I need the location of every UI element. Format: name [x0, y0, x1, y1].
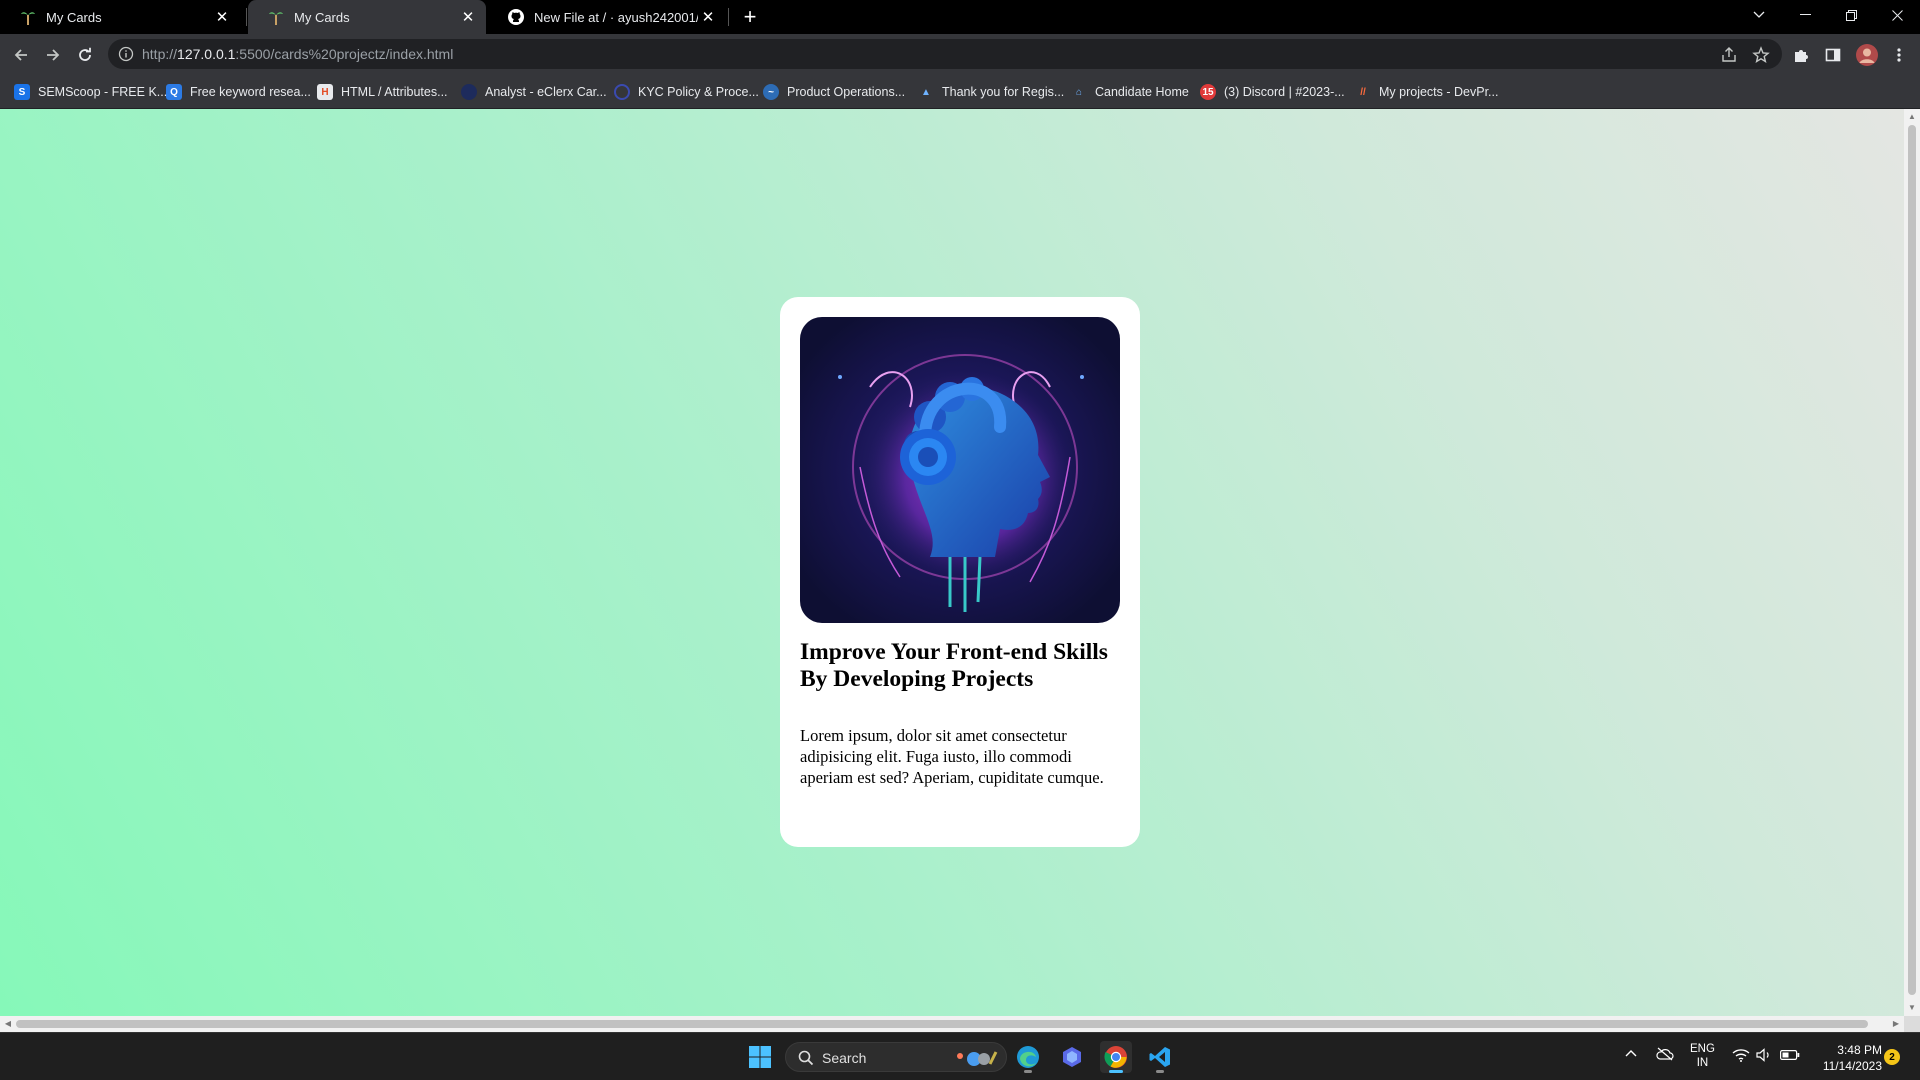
page-viewport: Improve Your Front-end Skills By Develop… [0, 109, 1904, 1016]
edge-app-icon[interactable] [1012, 1041, 1044, 1073]
bookmark-candidate-home[interactable]: ⌂ Candidate Home [1071, 83, 1189, 101]
tab-strip: My Cards ✕ My Cards ✕ New File at / · ay… [0, 0, 1920, 34]
tab-divider [246, 8, 247, 26]
close-tab-icon[interactable]: ✕ [698, 7, 718, 27]
semscoop-icon: S [14, 84, 30, 100]
horizontal-scrollbar[interactable]: ◀ ▶ [0, 1016, 1904, 1032]
palm-tree-icon [268, 9, 284, 25]
github-icon [508, 9, 524, 25]
product-ops-icon: ~ [763, 84, 779, 100]
bookmark-html-attributes[interactable]: H HTML / Attributes... [317, 83, 448, 101]
reload-button[interactable] [72, 42, 98, 68]
card-image [800, 317, 1120, 623]
show-hidden-icons-chevron-icon[interactable] [1624, 1047, 1638, 1061]
copilot-app-icon[interactable] [1056, 1041, 1088, 1073]
tab-title: New File at / · ayush242001/Car [534, 9, 698, 25]
search-highlight-icon [957, 1051, 998, 1066]
tab-divider [728, 8, 729, 26]
bookmarks-bar: S SEMScoop - FREE K... Q Free keyword rese… [0, 75, 1920, 109]
tab-title: My Cards [46, 9, 102, 25]
devprojects-icon: // [1360, 86, 1366, 98]
discord-icon: 15 [1200, 84, 1216, 100]
magnifier-icon: Q [166, 84, 182, 100]
candidate-home-icon: ⌂ [1075, 86, 1083, 98]
chrome-app-icon[interactable] [1100, 1041, 1132, 1073]
share-icon[interactable] [1720, 46, 1738, 64]
profile-avatar[interactable] [1856, 44, 1878, 66]
windows-taskbar: Search ENG IN 3:48 PM 11/14/2023 2 [0, 1032, 1920, 1080]
palm-tree-icon [20, 9, 36, 25]
scroll-left-arrow-icon[interactable]: ◀ [4, 1020, 12, 1028]
tab-search-chevron-icon[interactable] [1736, 0, 1782, 30]
search-icon [798, 1050, 814, 1066]
bookmark-free-keyword[interactable]: Q Free keyword resea... [166, 83, 311, 101]
bookmark-eclerx[interactable]: Analyst - eClerx Car... [461, 83, 607, 101]
scroll-up-arrow-icon[interactable]: ▲ [1908, 113, 1916, 121]
tab-title: My Cards [294, 9, 350, 25]
scroll-right-arrow-icon[interactable]: ▶ [1892, 1020, 1900, 1028]
notification-badge[interactable]: 2 [1884, 1049, 1900, 1065]
language-indicator[interactable]: ENG IN [1690, 1042, 1715, 1070]
side-panel-icon[interactable] [1822, 44, 1844, 66]
close-tab-icon[interactable]: ✕ [458, 7, 478, 27]
card-description: Lorem ipsum, dolor sit amet consectetur … [800, 726, 1104, 787]
restore-button[interactable] [1828, 0, 1874, 30]
search-label: Search [822, 1050, 867, 1066]
tab-my-cards-1[interactable]: My Cards ✕ [0, 0, 240, 34]
chevron-up-logo-icon: ▲ [921, 86, 931, 98]
bookmark-star-icon[interactable] [1752, 46, 1770, 64]
w3schools-icon: H [317, 84, 333, 100]
bookmark-kyc-policy[interactable]: KYC Policy & Proce... [614, 83, 759, 101]
onedrive-offline-icon[interactable] [1656, 1047, 1674, 1064]
start-button[interactable] [744, 1041, 776, 1073]
bookmark-discord[interactable]: 15 (3) Discord | #2023-... [1200, 83, 1345, 101]
close-window-button[interactable] [1874, 0, 1920, 30]
taskbar-search[interactable]: Search [785, 1042, 1007, 1072]
project-card: Improve Your Front-end Skills By Develop… [780, 297, 1140, 847]
scroll-down-arrow-icon[interactable]: ▼ [1908, 1004, 1916, 1012]
taskbar-clock[interactable]: 3:48 PM 11/14/2023 [1812, 1042, 1882, 1074]
active-indicator [1109, 1070, 1123, 1073]
battery-icon[interactable] [1780, 1049, 1800, 1064]
running-indicator [1156, 1070, 1164, 1073]
bookmark-thank-you[interactable]: ▲ Thank you for Regis... [918, 83, 1064, 101]
close-tab-icon[interactable]: ✕ [212, 7, 232, 27]
volume-icon[interactable] [1756, 1048, 1772, 1065]
scrollbar-corner [1904, 1016, 1920, 1032]
extensions-puzzle-icon[interactable] [1790, 44, 1812, 66]
tab-my-cards-2[interactable]: My Cards ✕ [248, 0, 486, 34]
tab-github-new-file[interactable]: New File at / · ayush242001/Car ✕ [488, 0, 726, 34]
eclerx-icon [461, 84, 477, 100]
vertical-scrollbar[interactable]: ▲ ▼ [1904, 109, 1920, 1016]
browser-toolbar: http://127.0.0.1:5500/cards%20projectz/i… [0, 34, 1920, 75]
vscode-app-icon[interactable] [1144, 1041, 1176, 1073]
bookmark-devprojects[interactable]: //My projects - DevPr... [1355, 83, 1498, 101]
card-title: Improve Your Front-end Skills By Develop… [800, 639, 1108, 692]
browser-menu-icon[interactable] [1888, 44, 1910, 66]
forward-button[interactable] [40, 42, 66, 68]
minimize-button[interactable] [1782, 0, 1828, 30]
windows-logo-icon [749, 1046, 771, 1068]
bookmark-semscoop[interactable]: S SEMScoop - FREE K... [14, 83, 167, 101]
back-button[interactable] [8, 42, 34, 68]
wifi-icon[interactable] [1732, 1048, 1750, 1065]
bookmark-product-operations[interactable]: ~ Product Operations... [763, 83, 905, 101]
running-indicator [1024, 1070, 1032, 1073]
kyc-icon [614, 84, 630, 100]
vertical-scroll-thumb[interactable] [1908, 125, 1916, 995]
address-bar[interactable]: http://127.0.0.1:5500/cards%20projectz/i… [108, 39, 1782, 69]
horizontal-scroll-thumb[interactable] [16, 1020, 1868, 1028]
new-tab-button[interactable]: + [738, 4, 762, 29]
url-text: http://127.0.0.1:5500/cards%20projectz/i… [142, 46, 454, 62]
site-info-icon[interactable] [118, 46, 134, 62]
